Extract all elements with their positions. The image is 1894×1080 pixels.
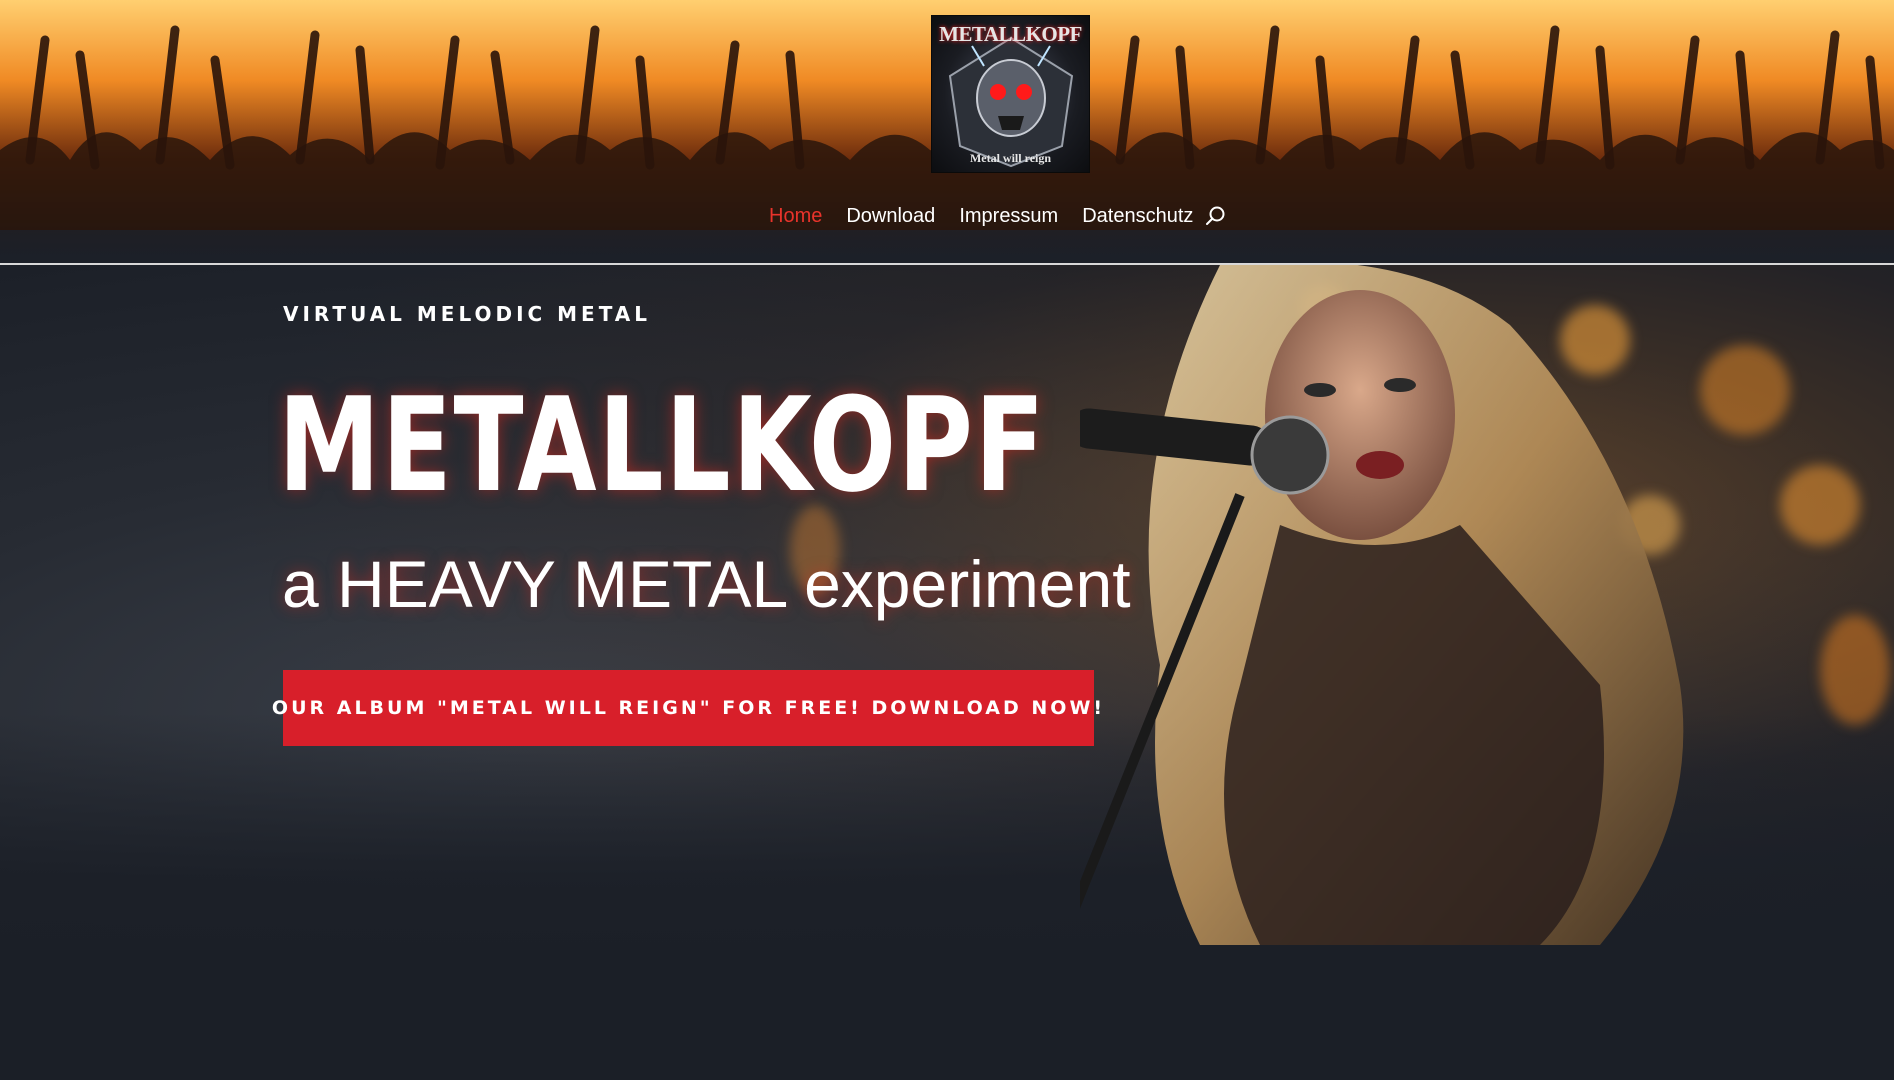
- site-logo[interactable]: METALLKOPF Metal will reign: [931, 15, 1090, 173]
- nav-home[interactable]: Home: [769, 205, 822, 228]
- singer-image: [1080, 265, 1684, 945]
- nav-download[interactable]: Download: [846, 205, 935, 228]
- main-nav: Home Download Impressum Datenschutz: [769, 203, 1227, 229]
- hero-title: METALLKOPF: [278, 369, 1047, 521]
- download-album-button[interactable]: OUR ALBUM "METAL WILL REIGN" FOR FREE! D…: [272, 670, 1102, 746]
- site-header: METALLKOPF Metal will reign Home Downloa…: [0, 0, 1894, 265]
- nav-datenschutz[interactable]: Datenschutz: [1082, 205, 1193, 228]
- logo-subtitle: Metal will reign: [969, 151, 1052, 165]
- search-icon[interactable]: [1205, 205, 1227, 227]
- hero-section: VIRTUAL MELODIC METAL METALLKOPF a HEAVY…: [0, 265, 1894, 1080]
- download-album-button-label: OUR ALBUM "METAL WILL REIGN" FOR FREE! D…: [271, 697, 1106, 719]
- hero-subtitle: a HEAVY METAL experiment: [282, 547, 1131, 621]
- logo-title: METALLKOPF: [939, 22, 1082, 46]
- hero-eyebrow: VIRTUAL MELODIC METAL: [283, 302, 652, 326]
- nav-impressum[interactable]: Impressum: [959, 205, 1058, 228]
